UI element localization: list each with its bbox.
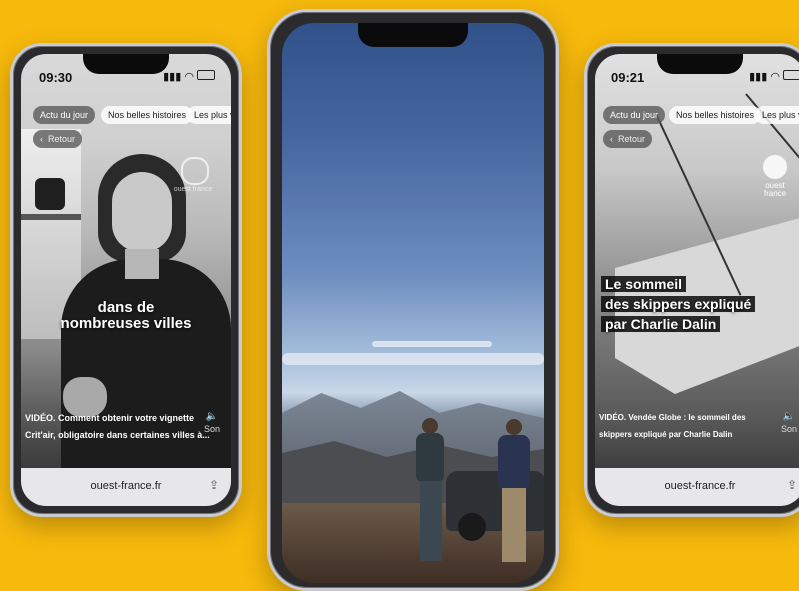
sound-toggle[interactable]: 🔈 Son: [781, 411, 797, 434]
video-title-line2[interactable]: skippers expliqué par Charlie Dalin: [599, 428, 732, 442]
back-button[interactable]: ‹ Retour: [33, 130, 83, 148]
landscape-video[interactable]: [282, 23, 544, 583]
center-notch: [358, 23, 468, 47]
tab-actu-du-jour[interactable]: Actu du jour: [603, 106, 666, 124]
tab-les-plus-vus[interactable]: Les plus vus: [755, 106, 799, 124]
headline-line-1: Le sommeil: [601, 276, 687, 292]
back-button[interactable]: ‹ Retour: [603, 130, 653, 148]
speaker-icon: 🔈: [782, 411, 796, 422]
sound-toggle[interactable]: 🔈 Son: [204, 411, 220, 434]
right-notch: [657, 54, 743, 74]
share-icon[interactable]: ⇪: [787, 478, 797, 492]
share-icon[interactable]: ⇪: [209, 478, 219, 492]
signal-icon: ▮▮▮: [749, 71, 768, 83]
left-status-time: 09:30: [39, 70, 73, 85]
signal-icon: ▮▮▮: [163, 71, 182, 83]
right-phone: 09:21 ▮▮▮ ◠ Actu du jour Nos belles hist…: [584, 43, 799, 517]
video-title-line2[interactable]: Crit'air, obligatoire dans certaines vil…: [25, 428, 210, 442]
center-phone: [267, 9, 559, 591]
right-phone-screen: 09:21 ▮▮▮ ◠ Actu du jour Nos belles hist…: [595, 54, 799, 506]
logo-text: ouest france: [173, 186, 213, 193]
speaker-icon: 🔈: [205, 411, 219, 422]
tab-nos-belles-histoires[interactable]: Nos belles histoires: [101, 106, 194, 124]
camera-shape: [35, 178, 65, 210]
ouest-france-logo: [181, 157, 209, 185]
battery-icon: [783, 70, 799, 80]
center-phone-screen: [282, 23, 544, 583]
video-caption: dans de nombreuses villes: [60, 299, 192, 332]
url-bar[interactable]: ouest-france.fr ⇪: [21, 468, 231, 506]
video-title-line1[interactable]: VIDÉO. Comment obtenir votre vignette: [25, 411, 194, 425]
left-phone-screen: 09:30 ▮▮▮ ◠ Actu du jour Nos belles hist…: [21, 54, 231, 506]
url-text: ouest-france.fr: [90, 480, 162, 492]
url-text: ouest-france.fr: [664, 480, 736, 492]
sound-label: Son: [204, 424, 221, 434]
chevron-left-icon: ‹: [40, 134, 43, 144]
right-status-time: 09:21: [611, 70, 645, 85]
video-title-line1[interactable]: VIDÉO. Vendée Globe : le sommeil des: [599, 411, 746, 425]
wifi-icon: ◠: [770, 71, 780, 83]
headline-line-2: des skippers expliqué: [601, 296, 756, 312]
tab-les-plus-vus[interactable]: Les plus vus: [187, 106, 231, 124]
sound-label: Son: [781, 424, 798, 434]
wifi-icon: ◠: [184, 71, 194, 83]
right-status-icons: ▮▮▮ ◠: [749, 70, 799, 83]
headline-line-3: par Charlie Dalin: [601, 316, 721, 332]
left-phone: 09:30 ▮▮▮ ◠ Actu du jour Nos belles hist…: [10, 43, 242, 517]
chevron-left-icon: ‹: [610, 134, 613, 144]
url-bar[interactable]: ouest-france.fr ⇪: [595, 468, 799, 506]
video-headline: Le sommeil des skippers expliqué par Cha…: [601, 274, 756, 334]
battery-icon: [197, 70, 215, 80]
back-label: Retour: [618, 134, 646, 144]
left-notch: [83, 54, 169, 74]
ouest-france-logo: [763, 155, 787, 179]
logo-text: ouest france: [763, 181, 787, 198]
tab-nos-belles-histoires[interactable]: Nos belles histoires: [669, 106, 762, 124]
tab-actu-du-jour[interactable]: Actu du jour: [33, 106, 96, 124]
back-label: Retour: [48, 134, 76, 144]
left-status-icons: ▮▮▮ ◠: [163, 70, 215, 83]
